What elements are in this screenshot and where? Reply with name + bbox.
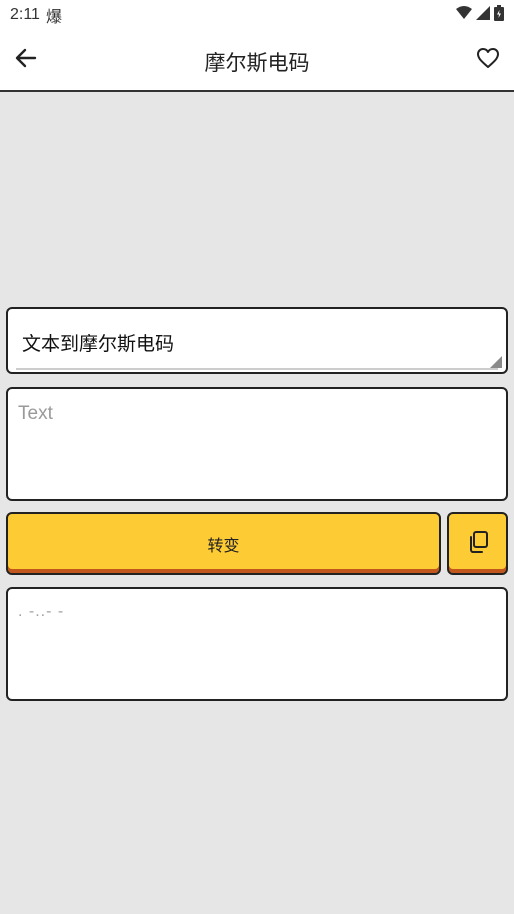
heart-outline-icon	[476, 47, 500, 73]
battery-icon	[494, 4, 504, 26]
page-title: 摩尔斯电码	[204, 51, 310, 75]
wifi-icon	[456, 5, 472, 25]
status-bar: 2:11 爆	[0, 0, 514, 30]
notification-icon: 爆	[45, 9, 62, 26]
copy-button[interactable]	[447, 512, 508, 575]
mode-selector[interactable]: 文本到摩尔斯电码	[6, 307, 508, 374]
signal-icon	[476, 5, 490, 25]
mode-selector-underline	[16, 368, 498, 370]
favorite-button[interactable]	[472, 44, 504, 76]
copy-icon	[466, 530, 490, 558]
status-left: 2:11 爆	[10, 3, 62, 27]
output-text: . -..- -	[18, 603, 65, 620]
output-box: . -..- -	[6, 587, 508, 701]
mode-selector-value: 文本到摩尔斯电码	[22, 333, 175, 355]
dropdown-corner-icon	[490, 356, 502, 368]
status-right	[456, 4, 504, 26]
convert-button[interactable]: 转变	[6, 512, 441, 575]
text-input-box[interactable]	[6, 387, 508, 501]
text-input[interactable]	[18, 403, 496, 425]
convert-button-label: 转变	[207, 535, 240, 555]
app-bar: 摩尔斯电码	[0, 30, 514, 92]
status-time: 2:11	[10, 6, 40, 23]
